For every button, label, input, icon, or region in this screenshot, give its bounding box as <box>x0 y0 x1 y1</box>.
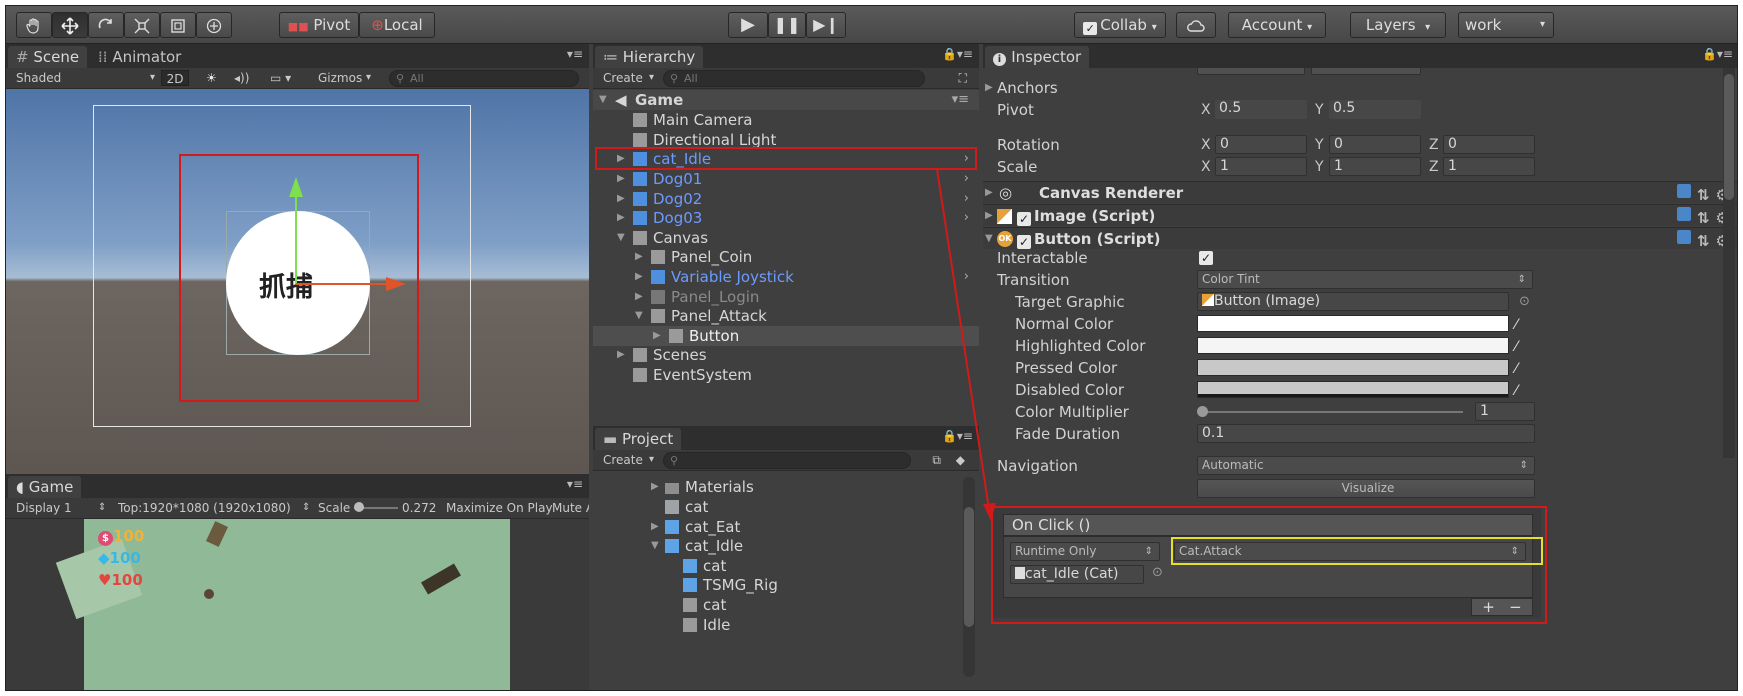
unity-editor-window: ■■ Pivot ⊕Local ▶ ❚❚ ▶❙ ✓ Collab ▾ Accoun… <box>5 5 1738 691</box>
annotation-arrow <box>936 168 996 521</box>
